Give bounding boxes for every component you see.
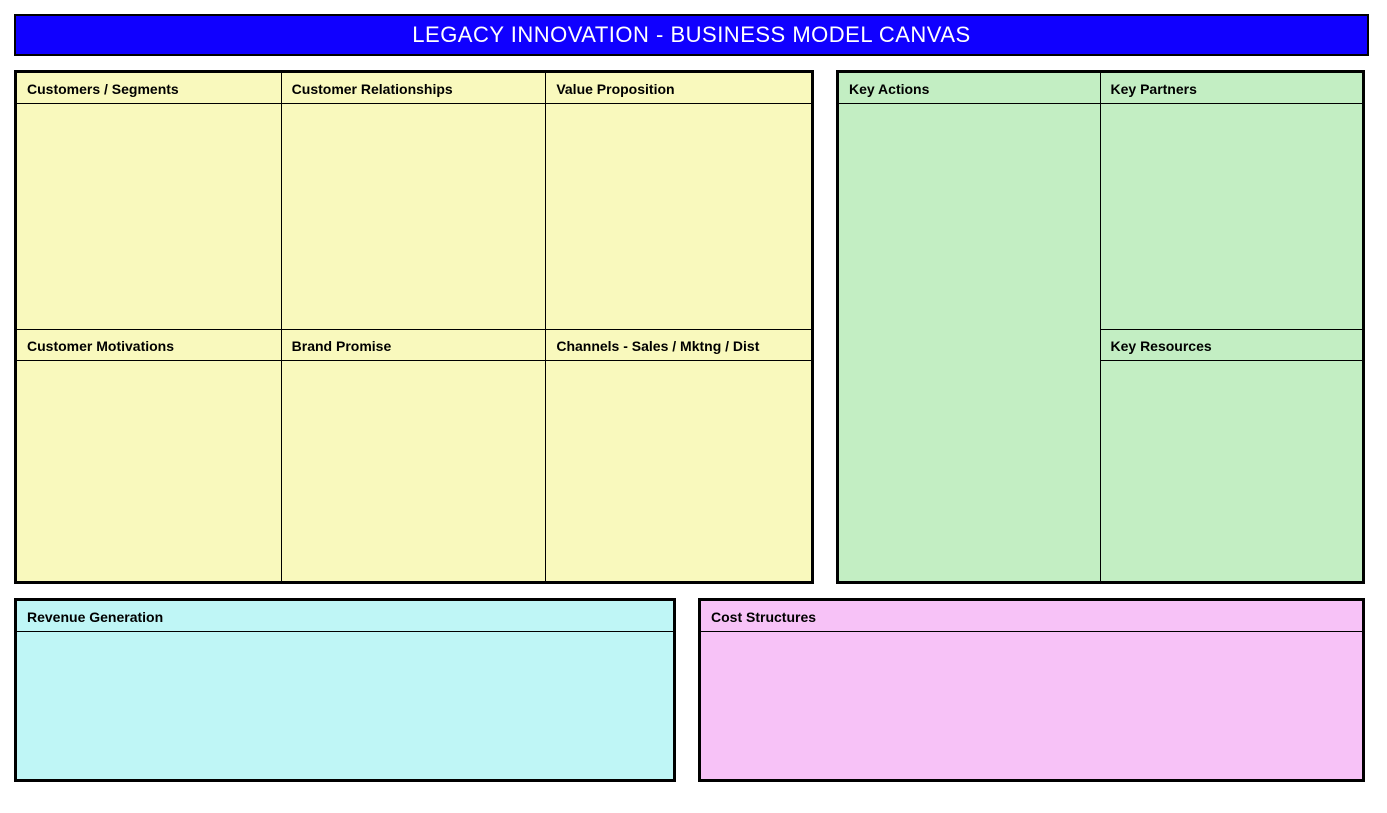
cell-key-resources: Key Resources xyxy=(1101,330,1363,581)
label-key-partners: Key Partners xyxy=(1101,73,1363,104)
label-channels: Channels - Sales / Mktng / Dist xyxy=(546,330,811,361)
label-value-proposition: Value Proposition xyxy=(546,73,811,104)
operations-panel: Key Actions Key Partners Key Resources xyxy=(836,70,1365,584)
cell-key-actions: Key Actions xyxy=(839,73,1101,581)
label-customers-segments: Customers / Segments xyxy=(17,73,281,104)
revenue-panel: Revenue Generation xyxy=(14,598,676,782)
main-panels-row: Customers / Segments Customer Relationsh… xyxy=(14,70,1369,584)
canvas-title-bar: LEGACY INNOVATION - BUSINESS MODEL CANVA… xyxy=(14,14,1369,56)
label-cost-structures: Cost Structures xyxy=(701,601,1362,632)
cell-channels: Channels - Sales / Mktng / Dist xyxy=(546,330,811,581)
label-key-actions: Key Actions xyxy=(839,73,1100,104)
label-brand-promise: Brand Promise xyxy=(282,330,546,361)
label-customer-motivations: Customer Motivations xyxy=(17,330,281,361)
cell-customer-motivations: Customer Motivations xyxy=(17,330,282,581)
cell-brand-promise: Brand Promise xyxy=(282,330,547,581)
cell-customers-segments: Customers / Segments xyxy=(17,73,282,330)
label-customer-relationships: Customer Relationships xyxy=(282,73,546,104)
label-revenue-generation: Revenue Generation xyxy=(17,601,673,632)
cell-customer-relationships: Customer Relationships xyxy=(282,73,547,330)
title-right: BUSINESS MODEL CANVAS xyxy=(670,22,970,47)
cell-value-proposition: Value Proposition xyxy=(546,73,811,330)
label-key-resources: Key Resources xyxy=(1101,330,1363,361)
cell-key-partners: Key Partners xyxy=(1101,73,1363,330)
financial-panels-row: Revenue Generation Cost Structures xyxy=(14,598,1369,782)
title-left: LEGACY INNOVATION xyxy=(412,22,649,47)
title-separator: - xyxy=(649,22,670,47)
cost-panel: Cost Structures xyxy=(698,598,1365,782)
customer-value-panel: Customers / Segments Customer Relationsh… xyxy=(14,70,814,584)
